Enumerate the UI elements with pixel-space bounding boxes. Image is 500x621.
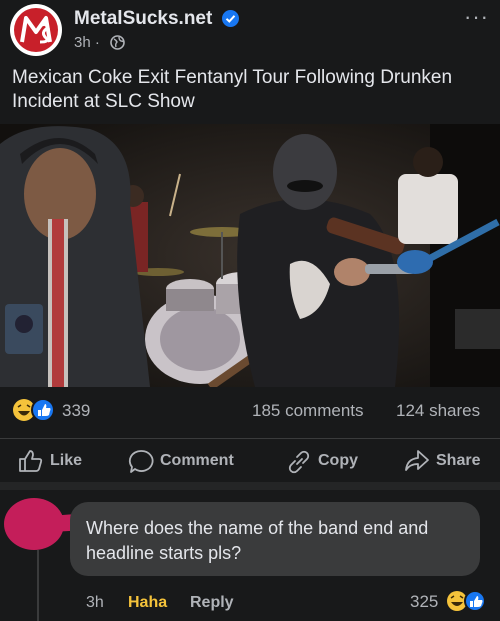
metalsucks-logo-icon xyxy=(20,16,52,44)
like-label: Like xyxy=(50,452,83,469)
post-header: MetalSucks.net 3h · ··· xyxy=(0,0,500,60)
comment-text: Where does the name of the band end and … xyxy=(86,518,429,563)
link-icon xyxy=(288,450,310,474)
post-time[interactable]: 3h xyxy=(74,34,91,51)
comment-button[interactable]: Comment xyxy=(128,449,248,473)
action-bar: Like Comment Copy Share xyxy=(0,438,500,481)
comment-reply-button[interactable]: Reply xyxy=(190,594,234,612)
globe-icon xyxy=(110,35,125,50)
copy-label: Copy xyxy=(318,452,358,469)
more-options-button[interactable]: ··· xyxy=(464,4,489,30)
reaction-count[interactable]: 339 xyxy=(62,401,90,421)
page-avatar[interactable] xyxy=(10,4,62,56)
share-label: Share xyxy=(436,452,481,469)
comment-haha-button[interactable]: Haha xyxy=(128,594,167,612)
speech-bubble-icon xyxy=(128,450,154,473)
like-button[interactable]: Like xyxy=(18,449,98,473)
comment-reaction-count[interactable]: 325 xyxy=(410,592,438,612)
comment-label: Comment xyxy=(160,452,234,469)
shares-count[interactable]: 124 shares xyxy=(396,401,480,421)
post-stats: 339 185 comments 124 shares xyxy=(0,398,500,428)
band-photo-illustration xyxy=(0,124,500,387)
page-name[interactable]: MetalSucks.net xyxy=(74,8,212,30)
comment-bubble[interactable]: Where does the name of the band end and … xyxy=(70,502,480,576)
meta-separator: · xyxy=(94,34,100,51)
verified-icon xyxy=(222,10,239,27)
section-divider xyxy=(0,482,500,490)
post-text: Mexican Coke Exit Fentanyl Tour Followin… xyxy=(12,67,453,112)
post-meta: 3h · xyxy=(74,34,100,51)
thread-line xyxy=(37,550,39,621)
comment-time[interactable]: 3h xyxy=(86,594,104,612)
comment-reaction-icons[interactable] xyxy=(446,590,490,612)
share-button[interactable]: Share xyxy=(404,449,490,473)
post-photo[interactable] xyxy=(0,124,500,387)
comments-count[interactable]: 185 comments xyxy=(252,401,364,421)
comment-section: Where does the name of the band end and … xyxy=(0,490,500,621)
thumbs-up-icon xyxy=(19,450,43,472)
copy-button[interactable]: Copy xyxy=(286,449,366,474)
reaction-icons[interactable] xyxy=(12,398,58,422)
share-arrow-icon xyxy=(405,450,429,471)
